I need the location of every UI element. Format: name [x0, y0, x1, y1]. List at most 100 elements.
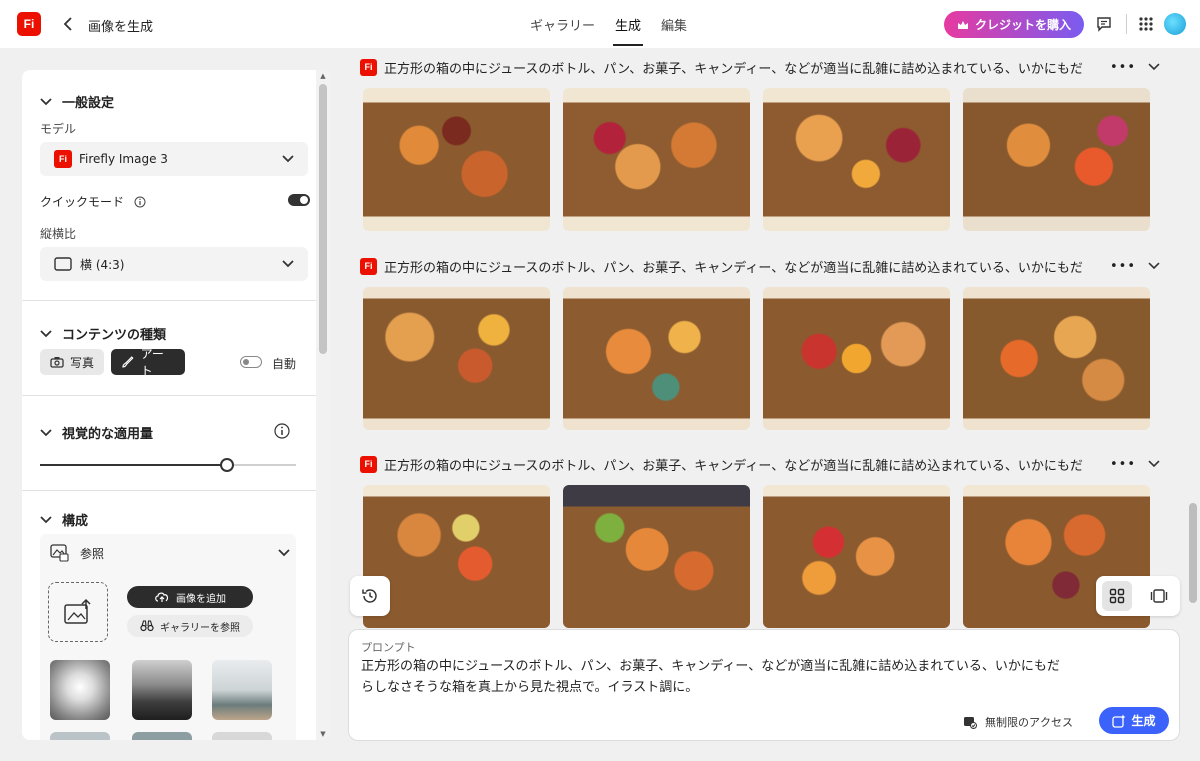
- generated-image[interactable]: [563, 88, 750, 231]
- reference-thumbnail-bird[interactable]: [50, 660, 110, 720]
- tab-edit[interactable]: 編集: [651, 0, 697, 48]
- header-divider: [1126, 14, 1127, 34]
- generated-image[interactable]: [763, 287, 950, 430]
- scroll-up-icon[interactable]: ▲: [319, 72, 327, 80]
- generated-image[interactable]: [563, 287, 750, 430]
- auto-label: 自動: [272, 357, 297, 371]
- aspect-ratio-select[interactable]: 横 (4:3): [40, 247, 308, 281]
- section-divider: [22, 490, 316, 491]
- section-divider: [22, 300, 316, 301]
- info-icon[interactable]: [134, 196, 146, 211]
- generate-button[interactable]: 生成: [1099, 707, 1169, 734]
- generated-image[interactable]: [763, 485, 950, 628]
- buy-credits-label: クレジットを購入: [974, 18, 1071, 32]
- chevron-down-icon: [40, 329, 52, 337]
- art-chip[interactable]: アート: [111, 347, 185, 378]
- back-arrow-icon[interactable]: [60, 14, 76, 34]
- generated-image[interactable]: [363, 485, 550, 628]
- chevron-down-icon: [40, 428, 52, 436]
- view-toggle-group: [1096, 576, 1180, 616]
- content-type-header[interactable]: コンテンツの種類: [40, 324, 166, 343]
- reference-thumbnail[interactable]: [132, 732, 192, 740]
- more-options-icon[interactable]: •••: [1110, 457, 1136, 472]
- section-divider: [22, 395, 316, 396]
- reference-thumbnail[interactable]: [212, 732, 272, 740]
- upload-reference-dropzone[interactable]: [48, 582, 108, 642]
- chevron-down-icon[interactable]: [1148, 262, 1160, 270]
- quick-mode-toggle[interactable]: [288, 194, 310, 206]
- reference-thumbnail-room[interactable]: [212, 660, 272, 720]
- reference-thumbnail-landscape[interactable]: [132, 660, 192, 720]
- composition-title: 構成: [62, 514, 89, 529]
- single-view-icon: [1150, 589, 1168, 603]
- firefly-mini-logo: Fi: [360, 455, 377, 473]
- apps-grid-icon[interactable]: [1135, 13, 1157, 35]
- generated-image[interactable]: [763, 88, 950, 231]
- grid-view-icon: [1109, 588, 1125, 604]
- unlimited-access[interactable]: 無制限のアクセス: [963, 714, 1073, 730]
- buy-credits-button[interactable]: クレジットを購入: [944, 11, 1084, 38]
- more-options-icon[interactable]: •••: [1110, 259, 1136, 274]
- main-scroll-thumb[interactable]: [1189, 503, 1197, 603]
- grid-view-button[interactable]: [1102, 581, 1132, 611]
- model-select[interactable]: Fi Firefly Image 3: [40, 142, 308, 176]
- cloud-upload-icon: [155, 592, 169, 602]
- aspect-ratio-value: 横 (4:3): [80, 257, 125, 272]
- reference-image-icon: [50, 544, 69, 562]
- model-value: Firefly Image 3: [79, 152, 168, 166]
- main-scrollbar[interactable]: [1186, 48, 1200, 738]
- add-image-button[interactable]: 画像を追加: [127, 586, 253, 608]
- prompt-input[interactable]: 正方形の箱の中にジュースのボトル、パン、お菓子、キャンディー、などが適当に乱雑に…: [361, 656, 1061, 698]
- chevron-down-icon[interactable]: [1148, 460, 1160, 468]
- single-view-button[interactable]: [1144, 581, 1174, 611]
- generated-image[interactable]: [363, 88, 550, 231]
- binoculars-icon: [140, 620, 154, 632]
- auto-toggle[interactable]: [240, 356, 262, 368]
- user-avatar[interactable]: [1164, 13, 1186, 35]
- panel-scrollbar[interactable]: ▲ ▼: [316, 70, 330, 740]
- result-prompt-text: 正方形の箱の中にジュースのボトル、パン、お菓子、キャンディー、などが適当に乱雑に…: [383, 458, 1083, 474]
- landscape-frame-icon: [54, 257, 72, 271]
- slider-fill: [40, 464, 227, 466]
- slider-handle[interactable]: [219, 458, 234, 472]
- result-prompt-text: 正方形の箱の中にジュースのボトル、パン、お菓子、キャンディー、などが適当に乱雑に…: [383, 61, 1083, 77]
- nav-tabs: ギャラリー 生成 編集: [520, 0, 697, 48]
- photo-chip[interactable]: 写真: [40, 349, 104, 375]
- tab-gallery[interactable]: ギャラリー: [520, 0, 605, 48]
- history-button[interactable]: [350, 576, 390, 616]
- firefly-logo[interactable]: Fi: [17, 12, 41, 36]
- visual-intensity-slider[interactable]: [40, 458, 296, 472]
- generate-sparkle-icon: [1112, 714, 1126, 728]
- chat-icon[interactable]: [1093, 13, 1115, 35]
- top-bar: Fi 画像を生成 ギャラリー 生成 編集 クレジットを購入: [0, 0, 1200, 48]
- panel-scroll-thumb[interactable]: [319, 84, 327, 354]
- result-row-header: Fi 正方形の箱の中にジュースのボトル、パン、お菓子、キャンディー、などが適当に…: [360, 454, 1160, 474]
- info-icon[interactable]: [274, 423, 290, 443]
- content-type-title: コンテンツの種類: [62, 328, 167, 343]
- quick-mode-label: クイックモード: [40, 193, 146, 211]
- scroll-down-icon[interactable]: ▼: [319, 730, 327, 738]
- composition-header[interactable]: 構成: [40, 510, 88, 529]
- unlimited-access-label: 無制限のアクセス: [985, 716, 1073, 729]
- prompt-box[interactable]: プロンプト 正方形の箱の中にジュースのボトル、パン、お菓子、キャンディー、などが…: [348, 629, 1180, 741]
- reference-thumbnail[interactable]: [50, 732, 110, 740]
- photo-label: 写真: [70, 355, 95, 370]
- add-image-label: 画像を追加: [176, 593, 226, 605]
- chevron-down-icon[interactable]: [1148, 63, 1160, 71]
- tab-generate[interactable]: 生成: [605, 0, 651, 48]
- visual-intensity-header[interactable]: 視覚的な適用量: [40, 423, 153, 442]
- chevron-down-icon: [40, 97, 52, 105]
- more-options-icon[interactable]: •••: [1110, 60, 1136, 75]
- page-title: 画像を生成: [88, 20, 154, 35]
- generated-image[interactable]: [563, 485, 750, 628]
- settings-panel: ▲ ▼ 一般設定 モデル Fi Firefly Image 3 クイックモード …: [22, 70, 330, 740]
- browse-gallery-button[interactable]: ギャラリーを参照: [127, 615, 253, 637]
- generated-image[interactable]: [963, 287, 1150, 430]
- firefly-mini-logo: Fi: [360, 257, 377, 275]
- generated-image[interactable]: [363, 287, 550, 430]
- general-settings-header[interactable]: 一般設定: [40, 92, 114, 111]
- result-row-header: Fi 正方形の箱の中にジュースのボトル、パン、お菓子、キャンディー、などが適当に…: [360, 57, 1160, 77]
- aspect-ratio-label: 縦横比: [40, 227, 77, 241]
- reference-header[interactable]: 参照: [50, 544, 290, 562]
- generated-image[interactable]: [963, 88, 1150, 231]
